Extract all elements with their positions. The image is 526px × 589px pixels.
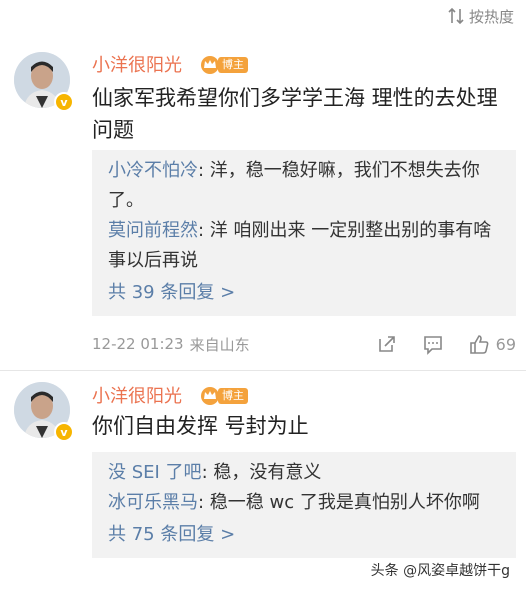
comment-text: 仙家军我希望你们多学学王海 理性的去处理问题 (92, 86, 498, 142)
like-count: 69 (495, 334, 516, 354)
comment-meta: 12-22 01:23 来自山东 69 (92, 330, 516, 358)
more-replies-link[interactable]: 共 75 条回复 > (108, 520, 500, 550)
verified-icon: v (54, 92, 74, 112)
reply-username[interactable]: 莫问前程然 (108, 220, 198, 241)
reply-username[interactable]: 小冷不怕冷 (108, 160, 198, 181)
reply-username[interactable]: 冰可乐黑马 (108, 492, 198, 513)
reply-item: 没 SEI 了吧: 稳，没有意义 (108, 462, 322, 483)
sort-by-hot-button[interactable]: 按热度 (447, 4, 514, 28)
sort-label: 按热度 (468, 7, 514, 26)
reply-text: 稳，没有意义 (213, 462, 322, 483)
reply-item: 莫问前程然: 洋 咱刚出来 一定别整出别的事有啥事以后再说 (108, 220, 492, 271)
reply-box[interactable]: 没 SEI 了吧: 稳，没有意义 冰可乐黑马: 稳一稳 wc 了我是真怕别人坏你… (92, 452, 516, 558)
share-icon[interactable] (376, 333, 398, 355)
comment-icon[interactable] (422, 333, 444, 355)
like-icon[interactable] (468, 333, 490, 355)
badge-label: 博主 (218, 388, 248, 404)
blogger-badge: 博主 (200, 386, 248, 406)
source-label: 来自山东 (189, 335, 250, 354)
timestamp: 12-22 01:23 (92, 335, 184, 353)
more-replies-link[interactable]: 共 39 条回复 > (108, 278, 500, 308)
reply-item: 小冷不怕冷: 洋，稳一稳好嘛，我们不想失去你了。 (108, 160, 480, 211)
reply-text: 稳一稳 wc 了我是真怕别人坏你啊 (209, 492, 480, 513)
blogger-badge: 博主 (200, 55, 248, 75)
watermark: 头条 @风姿卓越饼干g (366, 559, 514, 581)
sort-icon (448, 7, 464, 25)
username[interactable]: 小洋很阳光 (92, 382, 182, 408)
verified-icon: v (54, 422, 74, 442)
comment-text: 你们自由发挥 号封为止 (92, 414, 309, 438)
badge-label: 博主 (218, 57, 248, 73)
reply-item: 冰可乐黑马: 稳一稳 wc 了我是真怕别人坏你啊 (108, 492, 480, 513)
username[interactable]: 小洋很阳光 (92, 51, 182, 77)
divider (0, 370, 526, 371)
reply-box[interactable]: 小冷不怕冷: 洋，稳一稳好嘛，我们不想失去你了。 莫问前程然: 洋 咱刚出来 一… (92, 150, 516, 316)
action-bar: 69 (352, 333, 516, 355)
reply-username[interactable]: 没 SEI 了吧 (108, 462, 202, 483)
